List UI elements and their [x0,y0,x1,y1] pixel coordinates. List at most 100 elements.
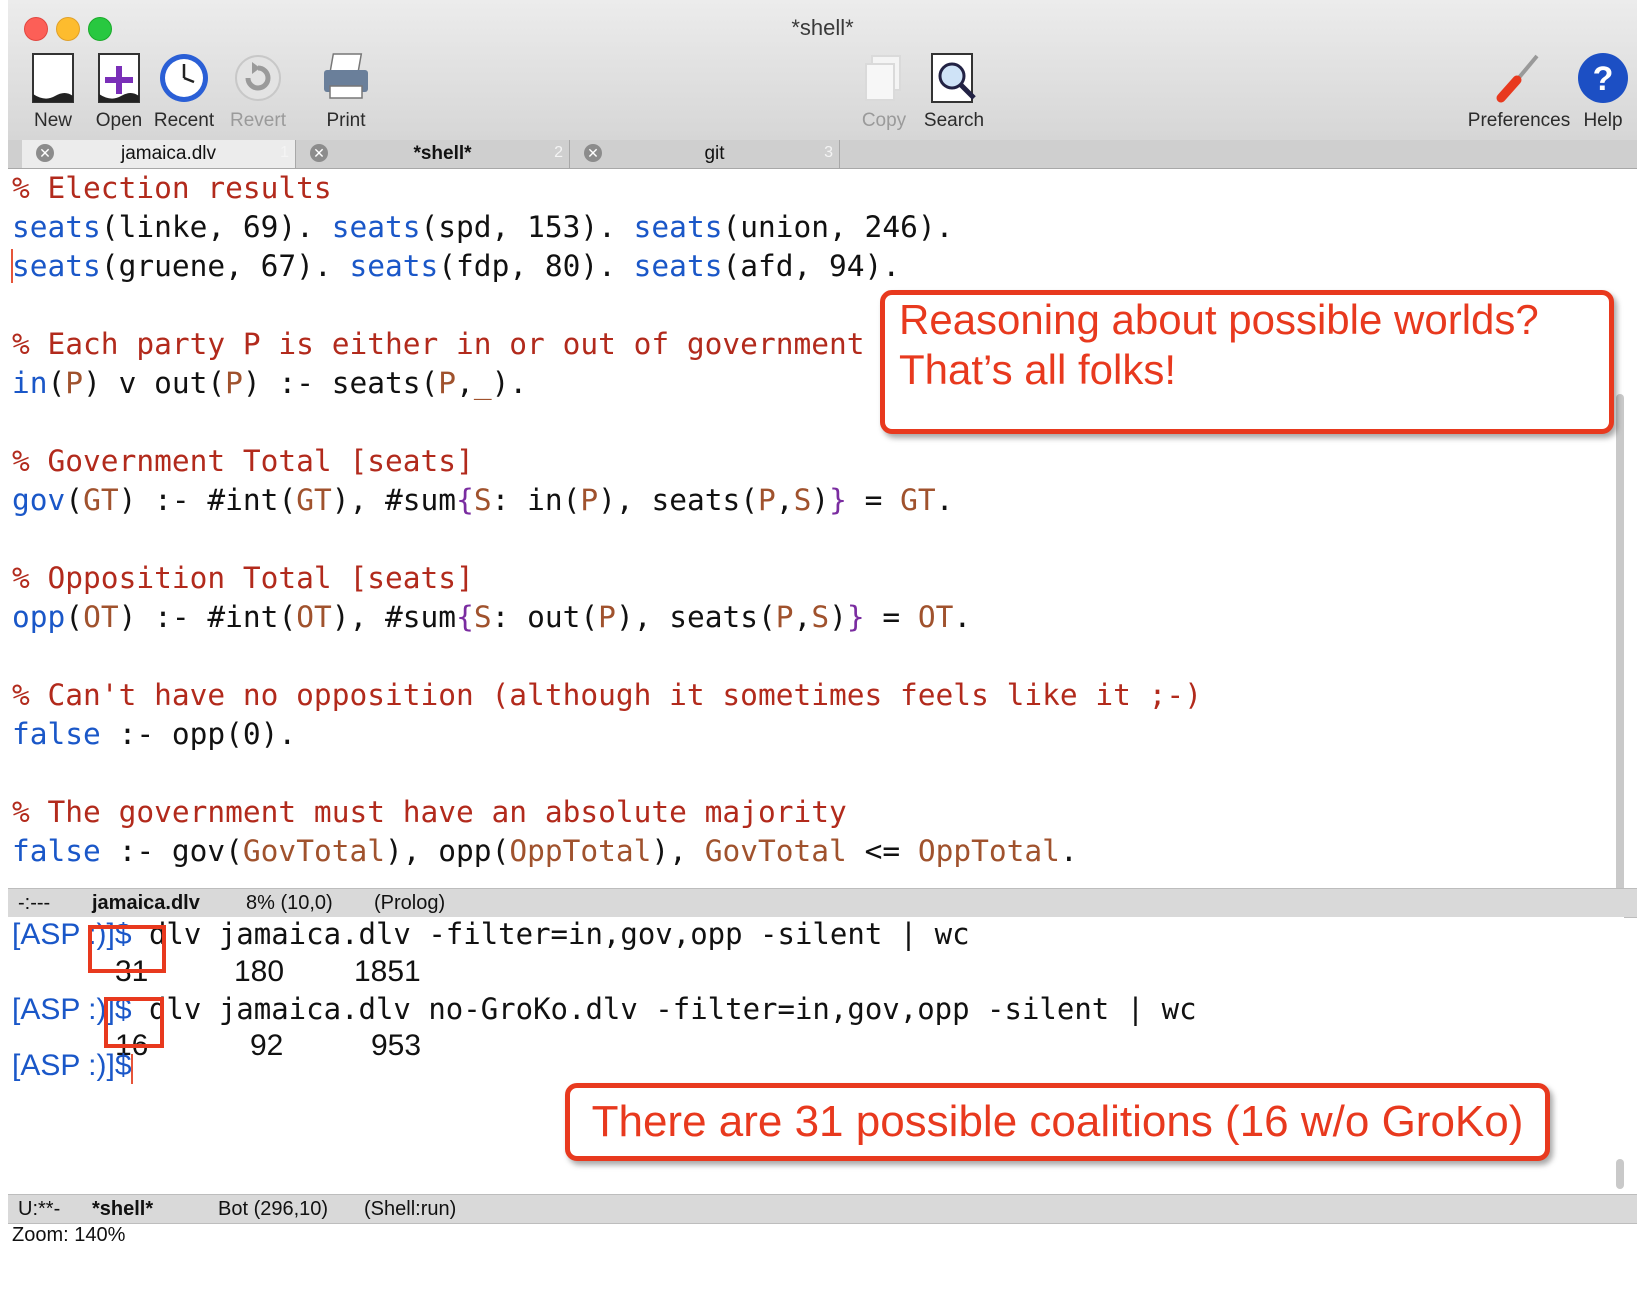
search-button[interactable]: Search [909,50,999,132]
code-text: . [935,483,954,517]
shell-scrollbar[interactable] [1616,1159,1624,1189]
shell-command: dlv jamaica.dlv no-GroKo.dlv -filter=in,… [131,992,1197,1026]
code-text: ( [65,600,84,634]
tab-label: git [704,143,725,164]
print-button[interactable]: Print [301,50,391,132]
callout-possible-worlds: Reasoning about possible worlds? That’s … [880,290,1614,434]
variable: OT [83,600,119,634]
shell-cursor [131,1054,133,1084]
wc-words: 92 [250,1029,284,1062]
variable: _ [473,366,492,400]
tab-number: 1 [280,144,289,161]
variable: P [758,483,776,517]
close-tab-icon[interactable]: ✕ [310,144,328,162]
code-text: ), opp( [385,834,510,868]
tab-git[interactable]: ✕ git 3 [570,140,840,168]
code-text: , [456,366,474,400]
screwdriver-icon [1496,54,1539,103]
variable: P [775,600,794,634]
tab-shell[interactable]: ✕ *shell* 2 [296,140,570,168]
code-text: :- opp(0). [100,717,297,751]
variable: GT [900,483,936,517]
tab-number: 2 [554,144,563,161]
comment: % Each party P is either in or out of go… [12,327,865,361]
modeline-position: Bot (296,10) [218,1198,329,1220]
keyword: false [12,834,101,868]
code-text: , [793,600,812,634]
modeline-position: 8% (10,0) [246,892,333,914]
tab-jamaica[interactable]: ✕ jamaica.dlv 1 [22,140,296,168]
code-text: ) :- #int( [118,600,297,634]
code-text: <= [846,834,918,868]
title-toolbar: *shell* New Open Recent Revert Print Cop… [8,0,1637,141]
shell-prompt: [ASP :)]$ [12,1049,132,1082]
wc-words: 180 [234,955,285,988]
modeline-state: -:--- [18,892,51,914]
modeline-buffer: *shell* [92,1198,154,1220]
comment: % Can't have no opposition (although it … [12,678,1202,712]
predicate: in [12,366,48,400]
window-title: *shell* [791,15,854,40]
comment: % Election results [12,171,332,205]
predicate: opp [12,600,66,634]
code-text: ) [829,600,847,634]
callout-line-1: Reasoning about possible worlds? [899,296,1539,343]
comment: % The government must have an absolute m… [12,795,847,829]
variable: OT [917,600,954,634]
mode-line-shell: U:**- *shell* Bot (296,10) (Shell:run) [8,1194,1637,1224]
variable: S [473,483,492,517]
variable: S [811,600,830,634]
variable: GovTotal [242,834,385,868]
revert-label: Revert [230,110,286,131]
variable: GT [296,483,332,517]
close-tab-icon[interactable]: ✕ [36,144,54,162]
variable: GT [83,483,119,517]
code-text: ), seats( [615,600,776,634]
shell-command: dlv jamaica.dlv -filter=in,gov,opp -sile… [131,917,970,951]
print-label: Print [326,110,366,131]
predicate: seats [349,249,439,283]
source-code: % Election results seats(linke, 69). sea… [12,169,1202,871]
predicate: seats [12,249,101,283]
callout-coalitions: There are 31 possible coalitions (16 w/o… [565,1083,1550,1161]
code-text: (afd, 94). [722,249,901,283]
close-tab-icon[interactable]: ✕ [584,144,602,162]
wc-chars: 953 [371,1029,422,1062]
code-text: . [953,600,972,634]
code-text: ( [65,483,84,517]
predicate: seats [633,210,723,244]
editor-scrollbar[interactable] [1616,394,1624,889]
variable: P [438,366,457,400]
code-text: ), seats( [598,483,759,517]
code-text: (gruene, 67). [100,249,350,283]
shell-line-2: [ASP :)]$ dlv jamaica.dlv no-GroKo.dlv -… [12,992,1197,1027]
variable: P [225,366,243,400]
code-text: , [775,483,794,517]
callout-line-2: That’s all folks! [899,346,1176,393]
help-button[interactable]: ? Help [1568,50,1637,132]
predicate: seats [331,210,421,244]
code-text: (linke, 69). [100,210,332,244]
brace: } [829,483,847,517]
tab-number: 3 [824,144,833,161]
help-label: Help [1583,110,1623,131]
revert-icon [235,55,281,101]
code-text: ) [811,483,830,517]
code-text: (spd, 153). [420,210,634,244]
code-text: ) :- seats( [242,366,439,400]
code-text: = [846,483,901,517]
highlight-box-31 [88,925,166,973]
brace: } [846,600,865,634]
variable: OppTotal [509,834,652,868]
new-document-icon [32,53,74,103]
revert-button[interactable]: Revert [213,50,303,132]
echo-text: Zoom: 140% [12,1224,126,1246]
search-label: Search [923,110,985,131]
code-editor[interactable]: % Election results seats(linke, 69). sea… [8,169,1624,889]
modeline-mode: (Shell:run) [364,1198,457,1220]
tab-label: *shell* [413,143,472,164]
printer-icon [324,53,368,99]
code-text: ), [651,834,705,868]
comment: % Government Total [seats] [12,444,474,478]
brace: { [456,600,474,634]
